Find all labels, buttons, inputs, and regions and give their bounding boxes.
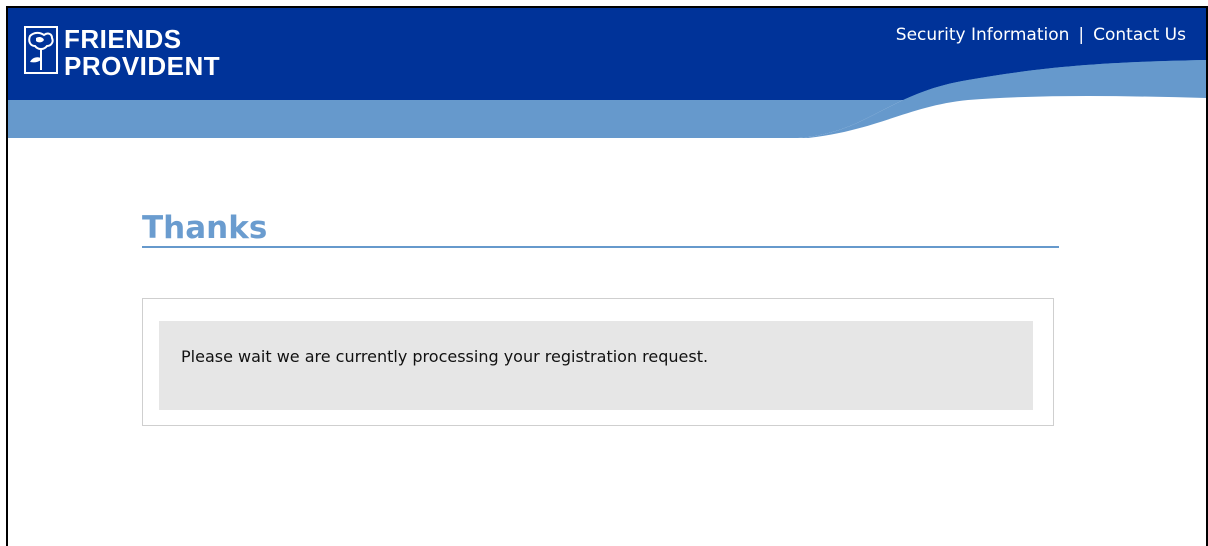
message-box: Please wait we are currently processing …	[159, 321, 1033, 410]
brand-name: FRIENDS PROVIDENT	[64, 26, 220, 80]
link-separator: |	[1078, 25, 1085, 45]
brand-name-line2: PROVIDENT	[64, 51, 221, 81]
message-panel: Please wait we are currently processing …	[142, 298, 1054, 426]
contact-us-link[interactable]: Contact Us	[1093, 25, 1186, 45]
rose-logo-icon	[24, 26, 58, 74]
processing-message: Please wait we are currently processing …	[181, 347, 709, 366]
page-frame: FRIENDS PROVIDENT Security Information | C…	[6, 6, 1208, 546]
security-information-link[interactable]: Security Information	[896, 25, 1070, 45]
page-title: Thanks	[142, 208, 1059, 248]
brand-name-line1: FRIENDS	[64, 24, 182, 54]
friends-provident-logo[interactable]: FRIENDS PROVIDENT	[24, 26, 220, 80]
site-header: FRIENDS PROVIDENT Security Information | C…	[8, 8, 1206, 138]
header-links: Security Information | Contact Us	[896, 25, 1186, 45]
